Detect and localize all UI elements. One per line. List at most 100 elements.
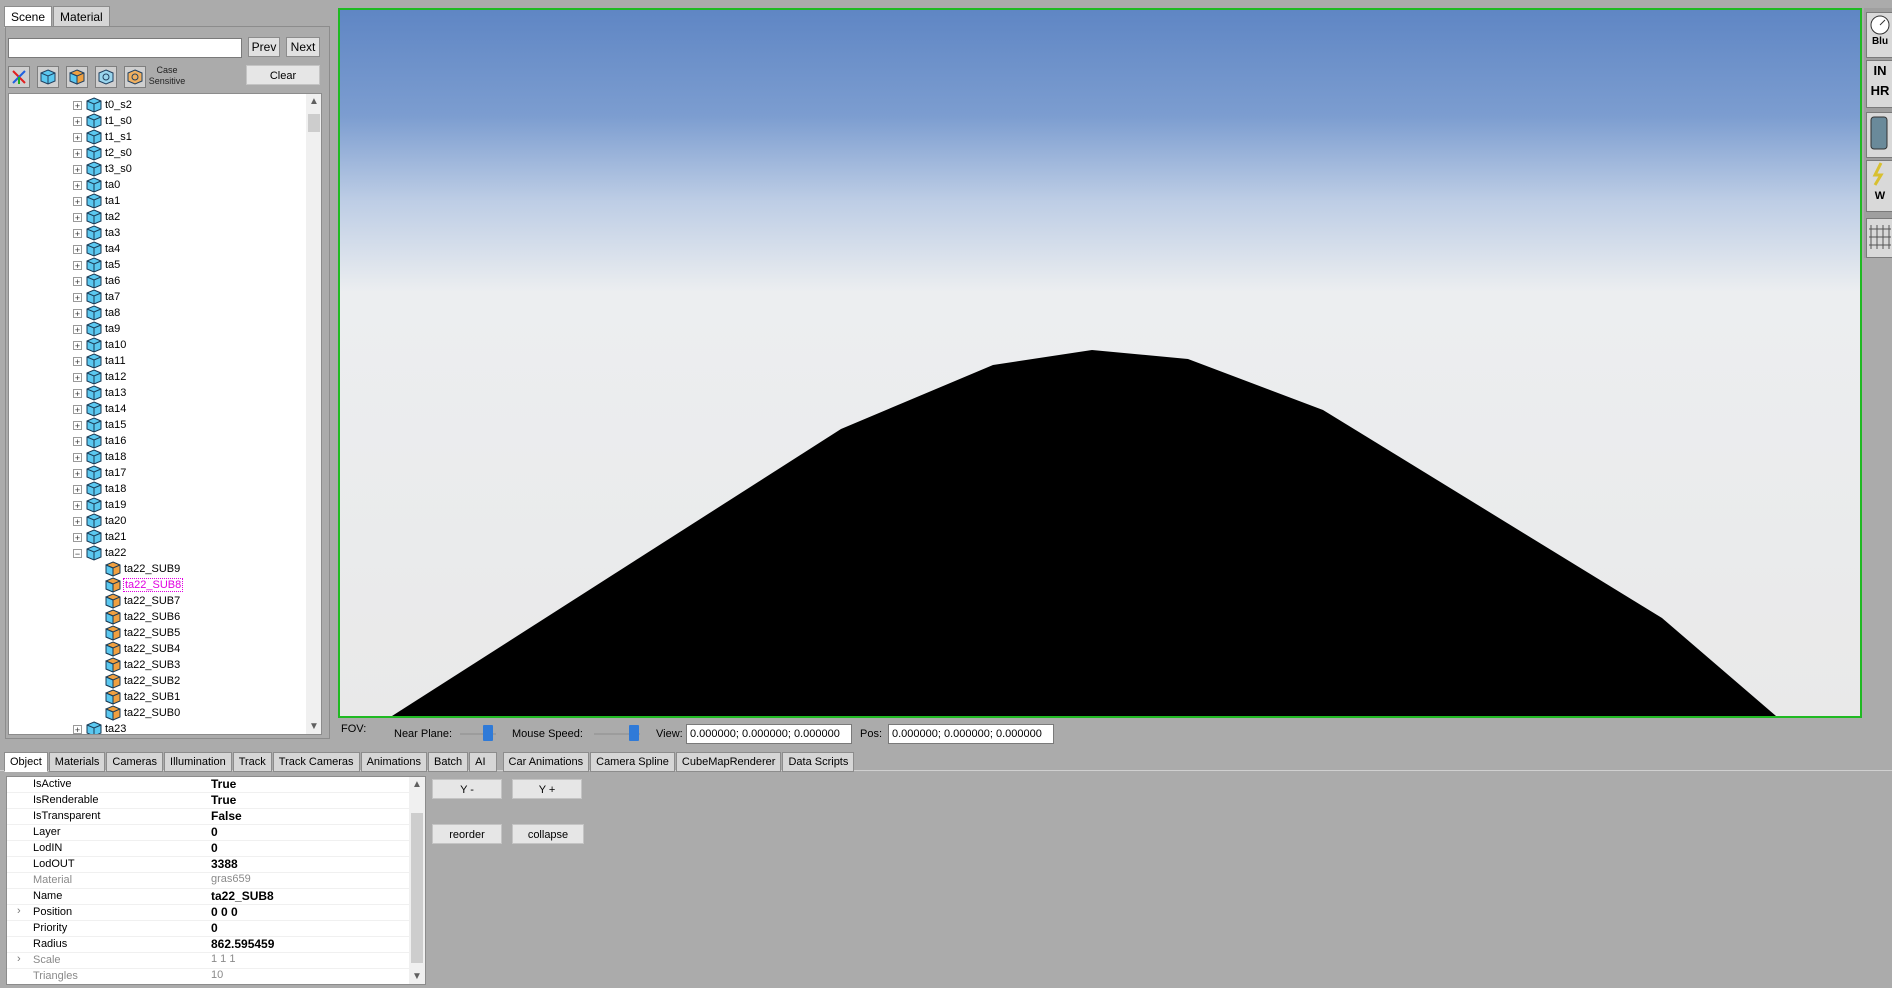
expand-icon[interactable]: + <box>73 324 82 334</box>
property-grid[interactable]: IsActive True IsRenderable True IsTransparen… <box>6 776 426 985</box>
expand-icon[interactable]: + <box>73 228 82 238</box>
pos-coords-field[interactable]: 0.000000; 0.000000; 0.000000 <box>888 724 1054 744</box>
tab-materials[interactable]: Materials <box>48 752 106 772</box>
expand-icon[interactable]: + <box>73 164 82 174</box>
expand-icon[interactable]: + <box>73 292 82 302</box>
tree-item[interactable]: ta22_SUB3 <box>105 657 181 673</box>
expand-icon[interactable]: + <box>73 100 82 110</box>
tree-item[interactable]: + ta7 <box>73 289 121 305</box>
grid-icon[interactable] <box>1866 218 1892 258</box>
expand-icon[interactable]: + <box>73 452 82 462</box>
tree-item[interactable]: ta22_SUB4 <box>105 641 181 657</box>
tree-item[interactable]: + ta18 <box>73 449 127 465</box>
tree-item[interactable]: ta22_SUB5 <box>105 625 181 641</box>
tree-item[interactable]: + ta23 <box>73 721 127 734</box>
expand-icon[interactable]: + <box>73 388 82 398</box>
collapse-button[interactable]: collapse <box>512 824 584 844</box>
tree-item[interactable]: + ta2 <box>73 209 121 225</box>
tab-cubemaprenderer[interactable]: CubeMapRenderer <box>675 752 782 772</box>
property-value[interactable]: True <box>211 793 236 807</box>
expand-icon[interactable]: + <box>73 500 82 510</box>
scene-tree[interactable]: + t0_s2 + t1_s0 + t1_s1 + t2_s0 + t3_s0 + ta0 + ta1 + t… <box>8 93 322 735</box>
tab-ai[interactable]: AI <box>469 752 497 772</box>
collapse-icon[interactable]: − <box>73 548 82 558</box>
tree-item[interactable]: + t1_s1 <box>73 129 133 145</box>
tree-item[interactable]: ta22_SUB6 <box>105 609 181 625</box>
tree-item[interactable]: + ta15 <box>73 417 127 433</box>
tree-item[interactable]: + ta21 <box>73 529 127 545</box>
chevron-right-icon[interactable]: › <box>17 953 21 965</box>
property-value[interactable]: 862.595459 <box>211 937 274 951</box>
tab-illumination[interactable]: Illumination <box>164 752 232 772</box>
chevron-right-icon[interactable]: › <box>17 905 21 917</box>
y-minus-button[interactable]: Y - <box>432 779 502 799</box>
tree-item[interactable]: + ta6 <box>73 273 121 289</box>
expand-icon[interactable]: + <box>73 260 82 270</box>
property-row[interactable]: Layer 0 <box>7 825 411 841</box>
search-input[interactable] <box>8 38 242 58</box>
expand-icon[interactable]: + <box>73 468 82 478</box>
tree-item[interactable]: + ta8 <box>73 305 121 321</box>
view-coords-field[interactable]: 0.000000; 0.000000; 0.000000 <box>686 724 852 744</box>
tab-camera-spline[interactable]: Camera Spline <box>590 752 675 772</box>
tree-item[interactable]: + t2_s0 <box>73 145 133 161</box>
tree-item[interactable]: + ta19 <box>73 497 127 513</box>
property-row[interactable]: IsTransparent False <box>7 809 411 825</box>
scroll-down-icon[interactable]: ▼ <box>306 721 321 732</box>
expand-icon[interactable]: + <box>73 340 82 350</box>
tree-item[interactable]: ta22_SUB9 <box>105 561 181 577</box>
tree-item[interactable]: + ta11 <box>73 353 127 369</box>
cube-icon[interactable] <box>37 66 59 88</box>
tree-item[interactable]: + ta16 <box>73 433 127 449</box>
tab-animations[interactable]: Animations <box>360 752 427 772</box>
expand-icon[interactable]: + <box>73 212 82 222</box>
tab-scene[interactable]: Scene <box>4 6 53 28</box>
expand-icon[interactable]: + <box>73 372 82 382</box>
tree-item[interactable]: + ta10 <box>73 337 127 353</box>
tab-track[interactable]: Track <box>232 752 272 772</box>
tree-item[interactable]: + t1_s0 <box>73 113 133 129</box>
mouse-speed-slider-thumb[interactable] <box>629 725 639 741</box>
tab-material[interactable]: Material <box>53 6 110 28</box>
property-row[interactable]: › Scale 1 1 1 <box>7 953 411 969</box>
property-row[interactable]: LodIN 0 <box>7 841 411 857</box>
scroll-up-icon[interactable]: ▲ <box>409 779 425 790</box>
tree-item[interactable]: + t0_s2 <box>73 97 133 113</box>
property-row[interactable]: IsActive True <box>7 777 411 793</box>
tree-item[interactable]: + ta9 <box>73 321 121 337</box>
tab-car-animations[interactable]: Car Animations <box>502 752 590 772</box>
property-value[interactable]: 0 <box>211 921 218 935</box>
cube-wire-icon[interactable] <box>95 66 117 88</box>
tree-item[interactable]: + ta4 <box>73 241 121 257</box>
tab-track-cameras[interactable]: Track Cameras <box>272 752 360 772</box>
tree-item[interactable]: ta22_SUB1 <box>105 689 181 705</box>
expand-icon[interactable]: + <box>73 724 82 734</box>
blur-gauge-icon[interactable]: Blu <box>1866 12 1892 58</box>
panel-icon[interactable] <box>1866 112 1892 158</box>
property-value[interactable]: ta22_SUB8 <box>211 889 274 903</box>
tree-item[interactable]: + ta1 <box>73 193 121 209</box>
scroll-up-icon[interactable]: ▲ <box>306 96 321 107</box>
property-row[interactable]: IsRenderable True <box>7 793 411 809</box>
inhr-icon[interactable]: IN HR <box>1866 60 1892 108</box>
tab-batch[interactable]: Batch <box>427 752 469 772</box>
prev-button[interactable]: Prev <box>248 37 280 57</box>
tree-item[interactable]: + ta0 <box>73 177 121 193</box>
expand-icon[interactable]: + <box>73 148 82 158</box>
reorder-button[interactable]: reorder <box>432 824 502 844</box>
clear-button[interactable]: Clear <box>246 65 320 85</box>
tree-item[interactable]: + t3_s0 <box>73 161 133 177</box>
property-row[interactable]: LodOUT 3388 <box>7 857 411 873</box>
expand-icon[interactable]: + <box>73 116 82 126</box>
expand-icon[interactable]: + <box>73 132 82 142</box>
property-value[interactable]: 0 0 0 <box>211 905 238 919</box>
property-value[interactable]: True <box>211 777 236 791</box>
property-value[interactable]: False <box>211 809 242 823</box>
expand-icon[interactable]: + <box>73 276 82 286</box>
tree-item[interactable]: ta22_SUB2 <box>105 673 181 689</box>
expand-icon[interactable]: + <box>73 244 82 254</box>
property-row[interactable]: Triangles 10 <box>7 969 411 984</box>
expand-icon[interactable]: + <box>73 532 82 542</box>
tab-object[interactable]: Object <box>4 752 48 772</box>
expand-icon[interactable]: + <box>73 420 82 430</box>
